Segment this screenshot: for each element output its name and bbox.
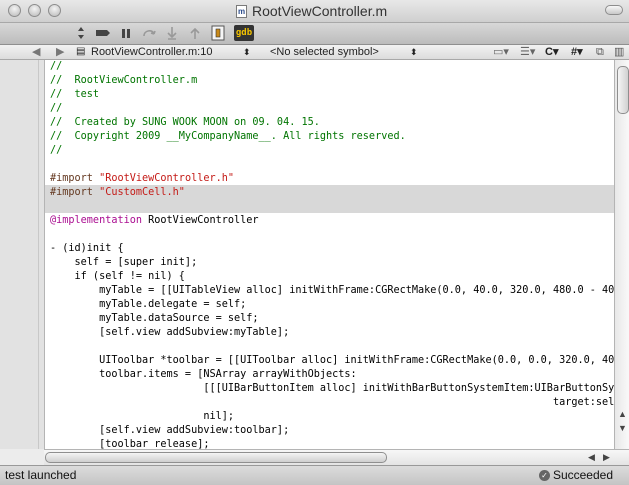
file-location-popup[interactable]: RootViewController.m:10 [91, 45, 212, 59]
code-line-17: myTable = [[UITableView alloc] initWithF… [50, 285, 614, 296]
editor-navigation-bar: ◀ ▶ ▤ RootViewController.m:10 ⬍ <No sele… [0, 45, 629, 60]
debug-toolbar: gdb [0, 23, 629, 45]
scroll-down-arrow-icon[interactable]: ▼ [615, 421, 629, 435]
back-arrow-icon[interactable]: ◀ [32, 45, 40, 59]
includes-menu[interactable]: #▾ [571, 45, 583, 59]
code-line-15: self = [super init]; [50, 257, 198, 268]
code-line-6: // Copyright 2009 __MyCompanyName__. All… [50, 131, 406, 142]
code-line-3: // test [50, 89, 100, 100]
code-line-9: #import "RootViewController.h" [50, 173, 235, 184]
code-line-4: // [50, 103, 63, 114]
code-line-28: [toolbar release]; [50, 439, 210, 449]
step-over-icon[interactable] [141, 25, 157, 41]
bookmarks-icon[interactable]: ▭▾ [493, 45, 509, 59]
gdb-console-button[interactable]: gdb [234, 25, 254, 41]
vertical-scroll-thumb[interactable] [617, 66, 629, 114]
build-result-label: Succeeded [552, 468, 613, 482]
code-line-7: // [50, 145, 63, 156]
code-line-10: #import "CustomCell.h" [50, 187, 185, 198]
status-message: test launched [5, 468, 77, 482]
c-symbol-menu-label: C [545, 46, 553, 58]
window-title-label: RootViewController.m [252, 3, 388, 19]
scroll-up-arrow-icon[interactable]: ▲ [615, 407, 629, 421]
pause-icon[interactable] [118, 25, 134, 41]
code-line-20: [self.view addSubview:myTable]; [50, 327, 290, 338]
forward-arrow-icon[interactable]: ▶ [56, 45, 64, 59]
scroll-right-arrow-icon[interactable]: ▶ [599, 450, 614, 464]
counterpart-icon[interactable]: ⧉ [596, 45, 604, 59]
code-line-2: // RootViewController.m [50, 75, 198, 86]
split-editor-icon[interactable]: ▥ [614, 45, 624, 59]
status-bar: test launched ✓ Succeeded [0, 465, 629, 485]
code-line-5: // Created by SUNG WOOK MOON on 09. 04. … [50, 117, 320, 128]
code-line-12: @implementation RootViewController [50, 215, 259, 226]
editor-gutter[interactable] [0, 60, 45, 449]
vertical-scrollbar[interactable]: ▲ ▼ [614, 60, 629, 449]
code-line-1: // [50, 61, 63, 72]
breakpoints-menu-icon[interactable]: ☰▾ [520, 45, 535, 59]
build-result[interactable]: ✓ Succeeded [538, 468, 613, 482]
gutter-divider [38, 60, 39, 449]
close-window-button[interactable] [8, 4, 21, 17]
toolbar-toggle-button[interactable] [605, 5, 623, 15]
code-line-25: target:self action:@se [552, 397, 614, 408]
code-line-16: if (self != nil) { [50, 271, 185, 282]
file-location-chevron-icon[interactable]: ⬍ [243, 45, 251, 59]
code-line-23: toolbar.items = [NSArray arrayWithObject… [50, 369, 357, 380]
minimize-window-button[interactable] [28, 4, 41, 17]
code-line-26: nil]; [50, 411, 235, 422]
step-into-icon[interactable] [164, 25, 180, 41]
code-line-22: UIToolbar *toolbar = [[UIToolbar alloc] … [50, 355, 614, 366]
code-line-19: myTable.dataSource = self; [50, 313, 259, 324]
horizontal-scroll-thumb[interactable] [45, 452, 387, 463]
window-title-bar: m RootViewController.m [0, 0, 629, 23]
zoom-window-button[interactable] [48, 4, 61, 17]
objc-file-icon: m [236, 4, 247, 18]
code-line-18: myTable.delegate = self; [50, 299, 247, 310]
symbol-popup[interactable]: <No selected symbol> [270, 45, 379, 59]
file-menu-icon: ▤ [76, 46, 86, 57]
code-line-27: [self.view addSubview:toolbar]; [50, 425, 290, 436]
code-line-24: [[[UIBarButtonItem alloc] initWithBarBut… [50, 383, 614, 394]
includes-menu-label: # [571, 46, 578, 58]
symbol-chevron-icon[interactable]: ⬍ [410, 45, 418, 59]
horizontal-scrollbar[interactable]: ◀ ▶ [44, 449, 629, 465]
scroll-left-arrow-icon[interactable]: ◀ [584, 450, 599, 464]
window-title: m RootViewController.m [236, 3, 387, 19]
step-out-icon[interactable] [187, 25, 203, 41]
code-editor[interactable]: // // RootViewController.m // test // //… [45, 60, 614, 449]
stepper-icon[interactable] [76, 25, 86, 41]
build-status-icon: ✓ [538, 469, 550, 481]
code-line-14: - (id)init { [50, 243, 124, 254]
c-symbol-menu[interactable]: C▾ [545, 45, 558, 59]
breakpoint-icon[interactable] [95, 25, 111, 41]
debugger-icon[interactable] [210, 25, 226, 41]
